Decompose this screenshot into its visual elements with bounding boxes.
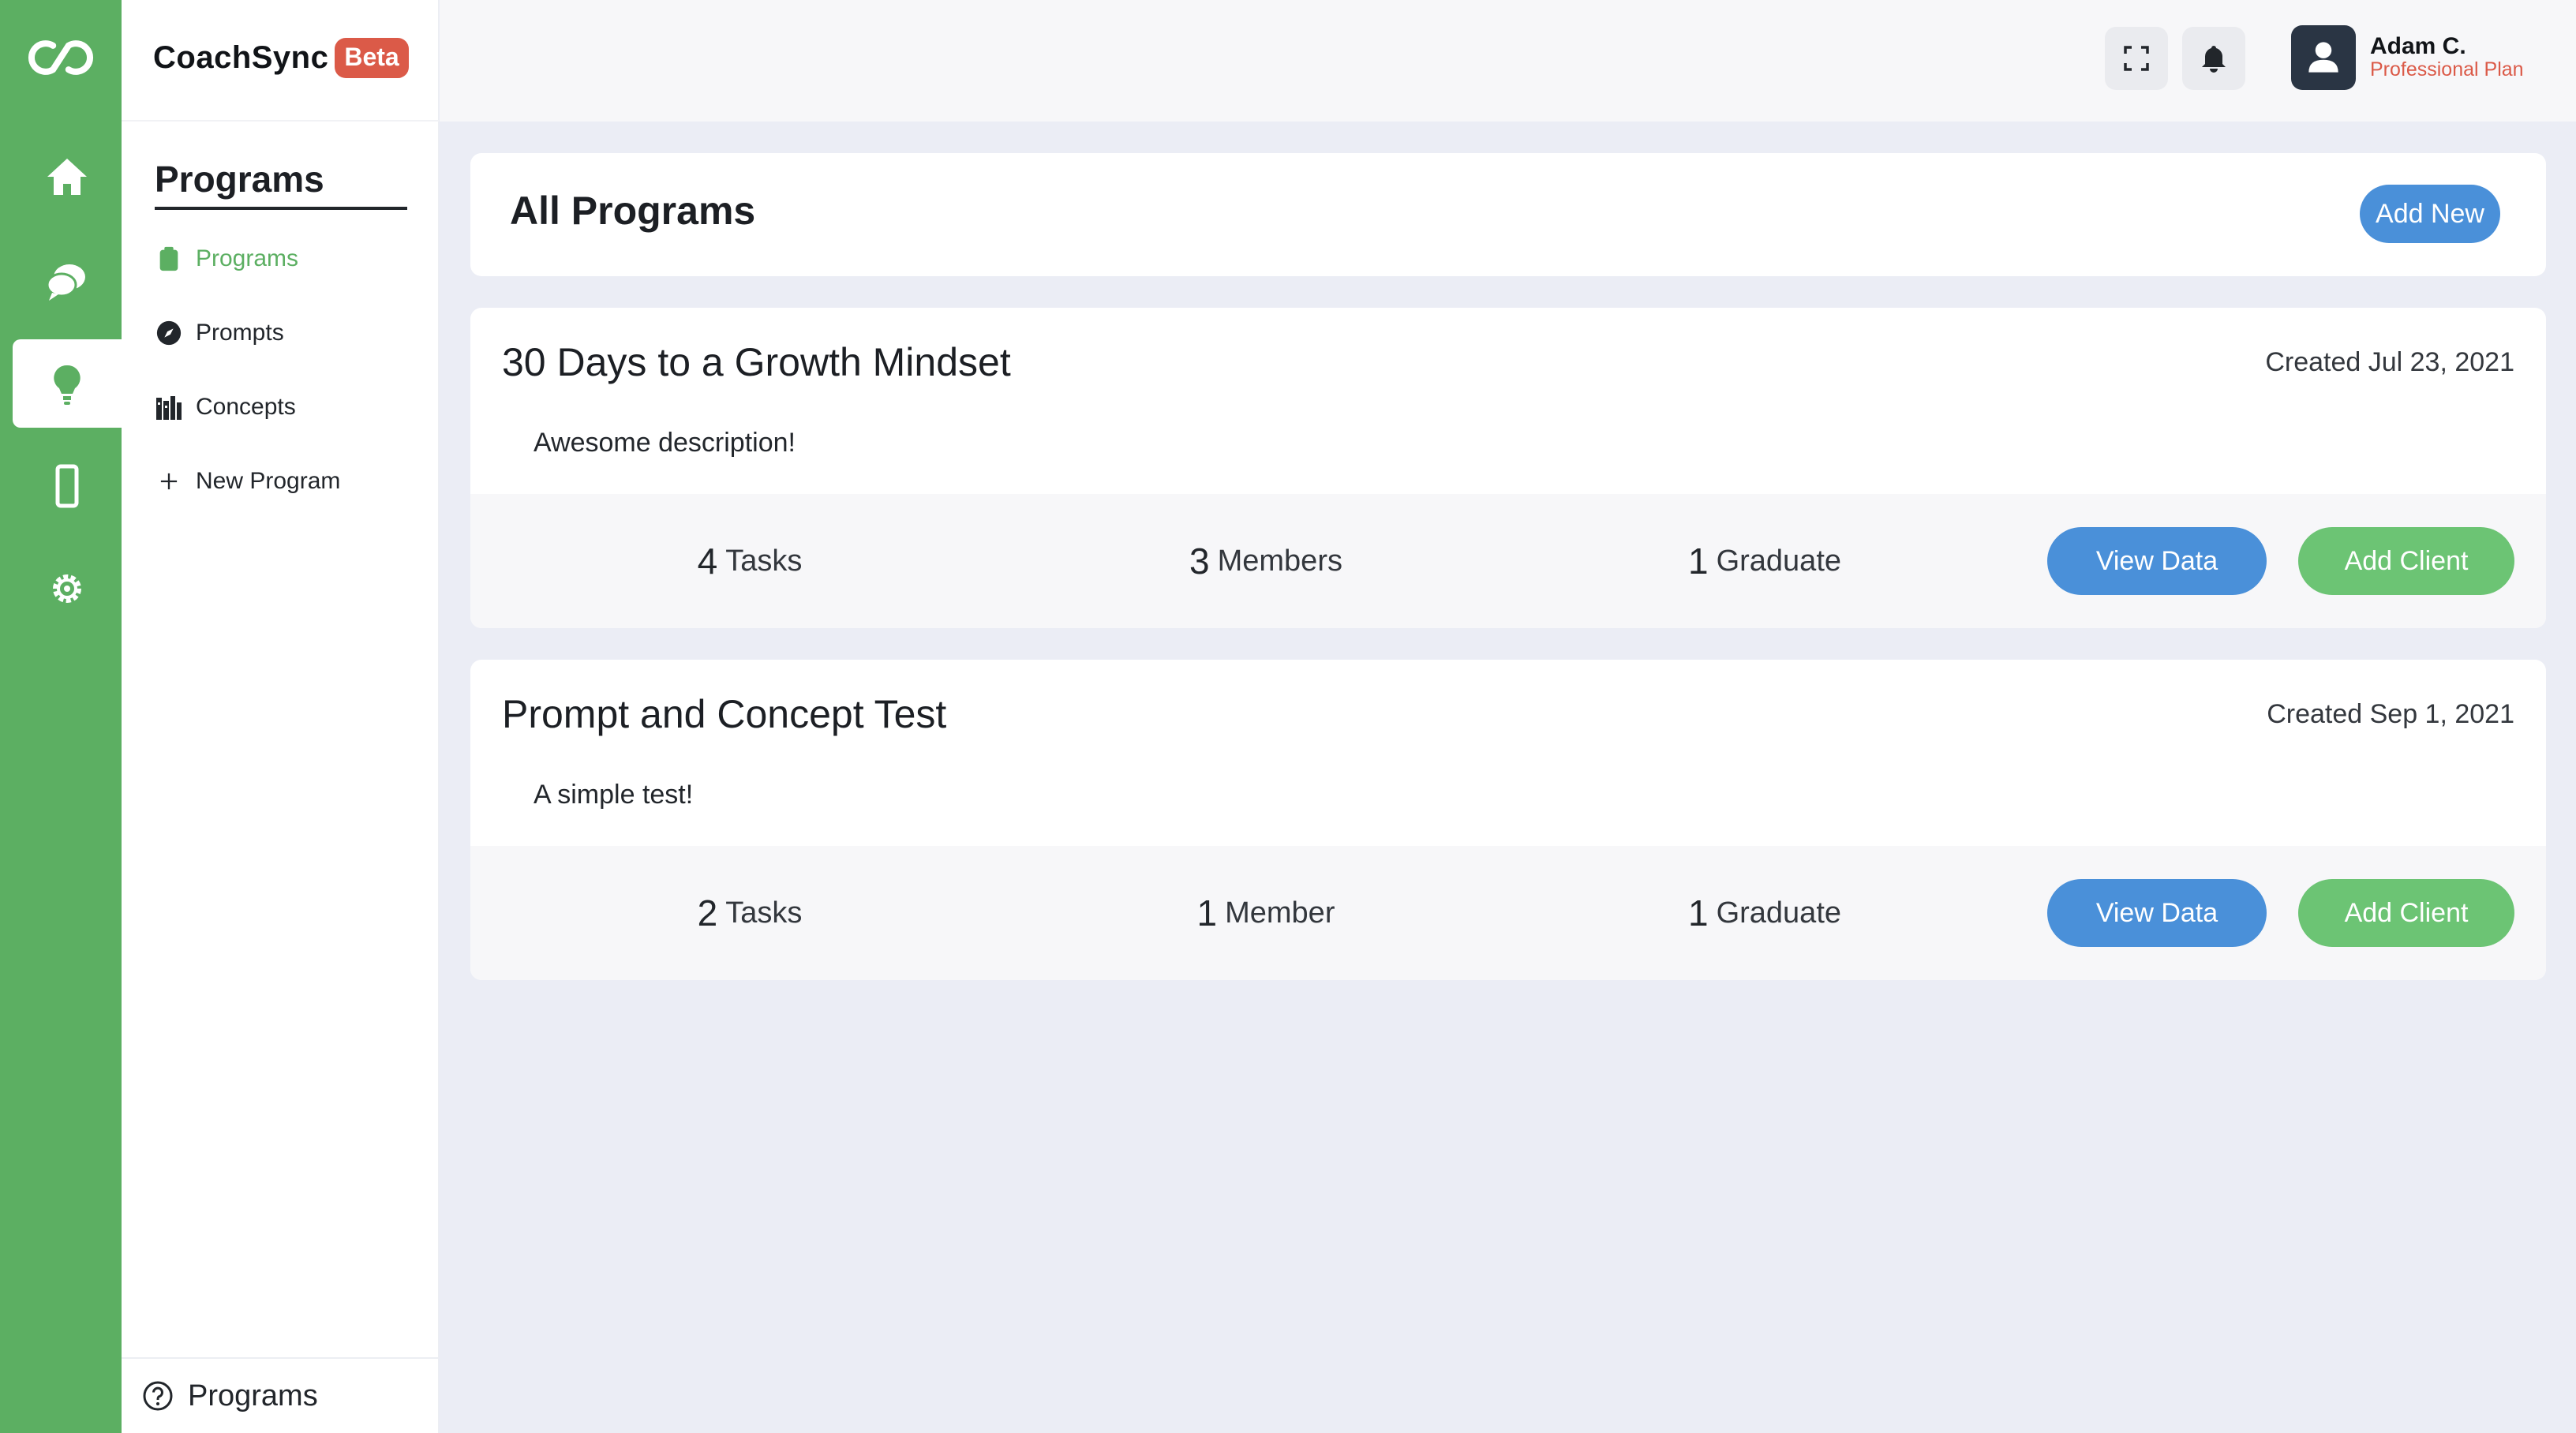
program-created-date: Created Jul 23, 2021 <box>2265 347 2514 377</box>
lightbulb-icon <box>54 365 80 405</box>
program-title[interactable]: Prompt and Concept Test <box>502 691 946 737</box>
program-created-date: Created Sep 1, 2021 <box>2267 699 2514 729</box>
program-card: 30 Days to a Growth Mindset Created Jul … <box>470 308 2546 628</box>
gear-icon <box>53 574 81 603</box>
members-label: Member <box>1225 896 1335 930</box>
plus-icon <box>155 467 183 496</box>
programs-sidebar: CoachSync Beta Programs Programs Prompts… <box>122 0 439 1433</box>
coachsync-logo-icon[interactable] <box>17 28 104 87</box>
tasks-label: Tasks <box>725 896 803 930</box>
mobile-icon <box>55 464 79 508</box>
sidebar-item-label: Concepts <box>196 394 296 420</box>
sidebar-item-concepts[interactable]: Concepts <box>155 387 296 427</box>
books-icon <box>155 393 183 421</box>
all-programs-header: All Programs Add New <box>470 153 2546 276</box>
user-icon <box>2308 42 2338 73</box>
avatar[interactable] <box>2291 25 2356 90</box>
bell-icon <box>2202 46 2226 73</box>
tasks-label: Tasks <box>725 544 803 578</box>
graduates-label: Graduate <box>1716 544 1842 578</box>
sidebar-item-new-program[interactable]: New Program <box>155 462 340 501</box>
graduates-count: 1 <box>1687 541 1709 582</box>
sidebar-item-label: Prompts <box>196 320 284 346</box>
beta-badge: Beta <box>335 37 409 78</box>
tasks-stat: 4 Tasks <box>698 494 803 628</box>
rail-home[interactable] <box>13 133 122 221</box>
graduates-stat: 1 Graduate <box>1688 846 1841 980</box>
sidebar-title: Programs <box>155 158 407 210</box>
rail-chat[interactable] <box>13 237 122 325</box>
sidebar-item-label: Programs <box>196 245 299 271</box>
brand: CoachSync Beta <box>153 33 409 82</box>
members-count: 3 <box>1189 541 1210 582</box>
user-plan: Professional Plan <box>2370 58 2524 80</box>
help-circle-icon <box>143 1381 173 1411</box>
brand-name: CoachSync <box>153 39 329 75</box>
program-description: A simple test! <box>534 780 694 810</box>
graduates-stat: 1 Graduate <box>1688 494 1841 628</box>
divider <box>122 120 439 122</box>
home-icon <box>47 159 87 195</box>
rail-mobile[interactable] <box>13 442 122 530</box>
footer-label: Programs <box>188 1379 318 1412</box>
graduates-count: 1 <box>1687 892 1709 934</box>
notifications-button[interactable] <box>2182 27 2245 90</box>
program-stats-bar: 4 Tasks 3 Members 1 Graduate View Data A… <box>470 494 2546 628</box>
view-data-button[interactable]: View Data <box>2047 879 2267 947</box>
program-title[interactable]: 30 Days to a Growth Mindset <box>502 339 1011 385</box>
members-count: 1 <box>1196 892 1218 934</box>
page-title: All Programs <box>510 189 756 233</box>
rail-settings[interactable] <box>13 544 122 633</box>
add-client-button[interactable]: Add Client <box>2298 527 2514 595</box>
icon-rail <box>0 0 122 1433</box>
members-stat: 3 Members <box>1189 494 1342 628</box>
help-footer[interactable]: Programs <box>122 1357 439 1433</box>
program-description: Awesome description! <box>534 428 796 458</box>
top-bar: Adam C. Professional Plan <box>440 0 2576 122</box>
program-stats-bar: 2 Tasks 1 Member 1 Graduate View Data Ad… <box>470 846 2546 980</box>
add-new-button[interactable]: Add New <box>2360 185 2500 243</box>
fullscreen-button[interactable] <box>2105 27 2168 90</box>
rail-programs[interactable] <box>13 339 122 428</box>
tasks-stat: 2 Tasks <box>698 846 803 980</box>
user-name[interactable]: Adam C. <box>2370 33 2466 60</box>
sidebar-item-programs[interactable]: Programs <box>155 239 298 279</box>
program-card: Prompt and Concept Test Created Sep 1, 2… <box>470 660 2546 980</box>
clipboard-icon <box>155 245 183 273</box>
view-data-button[interactable]: View Data <box>2047 527 2267 595</box>
expand-icon <box>2124 46 2149 71</box>
members-stat: 1 Member <box>1197 846 1335 980</box>
tasks-count: 2 <box>697 892 718 934</box>
sidebar-item-label: New Program <box>196 468 341 494</box>
add-client-button[interactable]: Add Client <box>2298 879 2514 947</box>
compass-icon <box>155 319 183 347</box>
chat-icon <box>46 264 85 301</box>
graduates-label: Graduate <box>1716 896 1842 930</box>
sidebar-item-prompts[interactable]: Prompts <box>155 313 284 353</box>
tasks-count: 4 <box>697 541 718 582</box>
members-label: Members <box>1217 544 1342 578</box>
